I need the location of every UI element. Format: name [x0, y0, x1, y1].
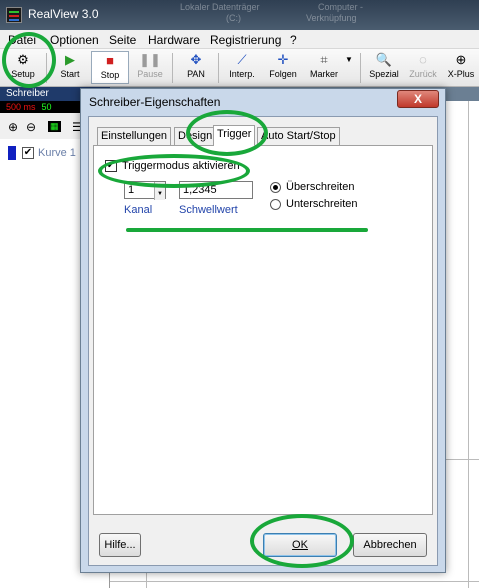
stop-icon: ■	[106, 53, 114, 68]
toolbar-separator	[218, 53, 219, 83]
marker-icon: ⌗	[320, 52, 328, 67]
tab-auto-start-stop[interactable]: Auto Start/Stop	[257, 127, 340, 145]
cancel-button[interactable]: Abbrechen	[353, 533, 427, 557]
channel-label: Kanal	[124, 204, 153, 216]
toolbar-separator	[46, 53, 47, 83]
setup-button[interactable]: ⚙ Setup	[6, 51, 40, 84]
properties-dialog: Schreiber-Eigenschaften X Einstellungen …	[80, 88, 446, 573]
tab-trigger[interactable]: Trigger	[213, 125, 256, 146]
radio-below-label: Unterschreiten	[286, 198, 358, 210]
interp-button[interactable]: ⟋ Interp.	[224, 51, 260, 84]
app-titlebar: RealView 3.0 Lokaler Datenträger (C:) Co…	[0, 0, 479, 30]
toolbar-separator	[172, 53, 173, 83]
zurueck-button[interactable]: ◌ Zurück	[406, 51, 440, 84]
threshold-input[interactable]: 1,2345	[179, 181, 253, 199]
curve-checkbox[interactable]: ✔	[22, 147, 34, 159]
follow-icon: ✛	[277, 52, 289, 67]
background-ghost-label: Verknüpfung	[306, 13, 357, 23]
curve-label: Kurve 1	[38, 147, 76, 159]
dialog-title: Schreiber-Eigenschaften	[89, 95, 221, 109]
add-icon[interactable]: ⊕	[8, 120, 18, 134]
trigger-enable-label: Triggermodus aktivieren	[122, 160, 240, 172]
radio-above[interactable]	[270, 182, 281, 193]
menu-optionen[interactable]: Optionen	[50, 33, 99, 47]
channel-input[interactable]: 1 ▲ ▼	[124, 181, 166, 200]
marker-button[interactable]: ⌗ Marker	[306, 51, 342, 84]
main-toolbar: ⚙ Setup ▶ Start ■ Stop ❚❚ Pause ✥ PAN ⟋ …	[0, 49, 479, 87]
setup-icon: ⚙	[17, 52, 29, 67]
interp-label: Interp.	[229, 69, 255, 79]
pan-label: PAN	[187, 69, 205, 79]
toolbar-separator	[360, 53, 361, 83]
start-label: Start	[60, 69, 80, 79]
menu-seite[interactable]: Seite	[109, 33, 136, 47]
pause-icon: ❚❚	[139, 52, 161, 67]
spezial-button[interactable]: 🔍 Spezial	[366, 51, 402, 84]
ok-button[interactable]: OK	[263, 533, 337, 557]
dialog-body: Einstellungen Design Trigger Auto Start/…	[88, 116, 438, 566]
back-zoom-icon: ◌	[419, 52, 427, 67]
tab-einstellungen[interactable]: Einstellungen	[97, 127, 172, 145]
background-ghost-label: Computer -	[318, 2, 364, 12]
curve-color-swatch	[8, 146, 16, 160]
marker-label: Marker	[309, 69, 338, 79]
interpolate-icon: ⟋	[237, 52, 247, 67]
stop-button[interactable]: ■ Stop	[91, 51, 129, 84]
folgen-label: Folgen	[269, 69, 297, 79]
play-icon: ▶	[65, 52, 75, 67]
pause-label: Pause	[137, 69, 163, 79]
folgen-button[interactable]: ✛ Folgen	[265, 51, 301, 84]
close-button[interactable]: X	[397, 90, 439, 108]
tab-design[interactable]: Design	[174, 127, 217, 145]
background-ghost-label: Lokaler Datenträger	[180, 2, 260, 12]
menu-help[interactable]: ?	[290, 33, 297, 47]
stop-label: Stop	[100, 70, 120, 80]
chevron-down-icon: ▼	[345, 55, 353, 64]
close-icon: X	[413, 92, 422, 106]
spezial-label: Spezial	[369, 69, 399, 79]
xplus-label: X-Plus	[447, 69, 475, 79]
remove-icon[interactable]: ⊖	[26, 120, 36, 134]
pan-icon: ✥	[190, 52, 202, 67]
radio-below[interactable]	[270, 199, 281, 210]
setup-label: Setup	[11, 69, 35, 79]
xplus-button[interactable]: ⊕ X-Plus	[444, 51, 478, 84]
trigger-enable-checkbox[interactable]: ✔	[105, 160, 117, 172]
zoom-plus-icon: ⊕	[455, 52, 467, 67]
background-ghost-label: (C:)	[226, 13, 241, 23]
zoom-icon: 🔍	[375, 52, 393, 67]
radio-above-label: Überschreiten	[286, 181, 355, 193]
grid-line	[468, 101, 469, 588]
help-button[interactable]: Hilfe...	[99, 533, 141, 557]
channel-value: 1	[128, 184, 135, 196]
display-icon[interactable]: ▦	[48, 121, 61, 132]
marker-dropdown[interactable]: ▼	[343, 51, 355, 84]
zurueck-label: Zurück	[409, 69, 437, 79]
app-title: RealView 3.0	[28, 7, 99, 21]
status-green-value: 50	[41, 102, 52, 112]
threshold-label: Schwellwert	[179, 204, 238, 216]
pause-button[interactable]: ❚❚ Pause	[133, 51, 167, 84]
app-icon	[6, 7, 22, 23]
menu-registrierung[interactable]: Registrierung	[210, 33, 281, 47]
pan-button[interactable]: ✥ PAN	[180, 51, 212, 84]
trigger-panel: ✔ Triggermodus aktivieren 1 ▲ ▼ Kanal 1,2…	[93, 145, 433, 515]
threshold-value: 1,2345	[183, 184, 217, 196]
status-rate: 500 ms	[6, 102, 36, 112]
menu-datei[interactable]: Datei	[8, 33, 36, 47]
channel-stepper[interactable]: ▲ ▼	[154, 182, 165, 200]
menu-hardware[interactable]: Hardware	[148, 33, 200, 47]
menu-bar: Datei Optionen Seite Hardware Registrier…	[0, 30, 479, 49]
start-button[interactable]: ▶ Start	[54, 51, 86, 84]
grid-line	[110, 581, 479, 582]
